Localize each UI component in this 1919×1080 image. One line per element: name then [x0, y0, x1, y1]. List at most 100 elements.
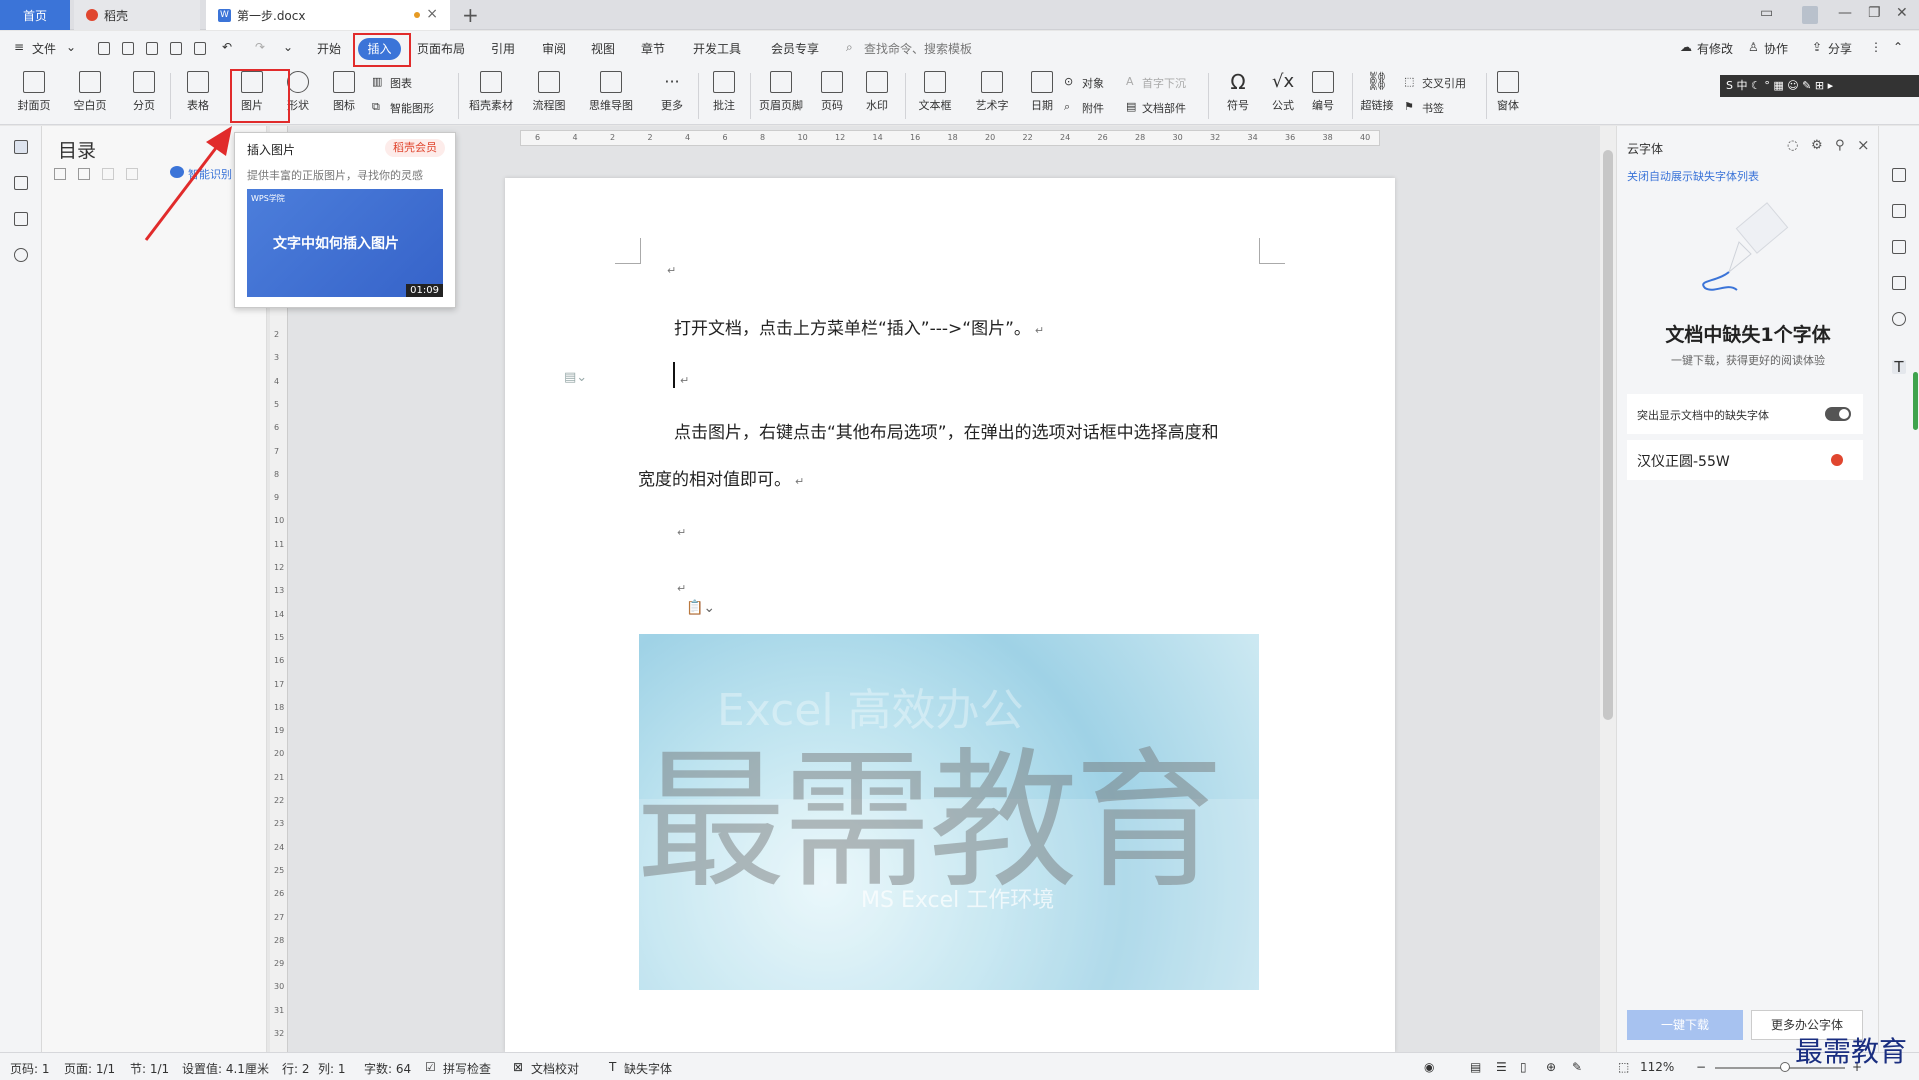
proofread-button[interactable]: 文档校对 [531, 1060, 579, 1077]
bookmark-nav-icon[interactable] [14, 212, 28, 226]
dropcap-button[interactable]: 首字下沉 [1142, 75, 1186, 91]
revision-button[interactable]: 有修改 [1697, 40, 1733, 57]
close-panel-icon[interactable]: × [1857, 136, 1870, 154]
customize-icon[interactable]: ⌄ [283, 40, 293, 54]
add-heading-icon[interactable] [102, 168, 114, 180]
smart-art-button[interactable]: 智能图形 [390, 100, 434, 116]
paste-options-icon[interactable]: 📋⌄ [686, 600, 715, 616]
menu-page-layout[interactable]: 页面布局 [417, 40, 465, 57]
tutorial-video-thumbnail[interactable]: WPS学院 文字中如何插入图片 01:09 [247, 189, 443, 297]
doc-assistant-icon[interactable]: ▤⌄ [564, 370, 587, 385]
more-icon[interactable]: ⋮ [1870, 40, 1882, 54]
tab-home[interactable]: 首页 [0, 0, 70, 30]
select-icon[interactable] [1892, 240, 1906, 254]
layout-icon[interactable]: ▭ [1760, 5, 1773, 21]
cloud-font-icon[interactable]: T [1892, 360, 1906, 375]
cross-ref-button[interactable]: 交叉引用 [1422, 75, 1466, 91]
print-icon[interactable] [170, 42, 182, 55]
blank-page-button[interactable]: 空白页 [68, 69, 112, 113]
bookmark-button[interactable]: 书签 [1422, 100, 1444, 116]
zoom-out-button[interactable]: − [1696, 1060, 1706, 1074]
cloud-font-header[interactable]: 云字体 [1627, 140, 1663, 157]
share-button[interactable]: 分享 [1828, 40, 1852, 57]
page-break-button[interactable]: 分页 [122, 69, 166, 113]
more-insert-button[interactable]: ··· 更多 [650, 69, 694, 113]
watermark-button[interactable]: 水印 [855, 69, 899, 113]
paragraph-2-cont[interactable]: 宽度的相对值即可。 ↵ [638, 465, 804, 490]
table-button[interactable]: 表格 [176, 69, 220, 113]
write-mode-icon[interactable]: ✎ [1572, 1060, 1582, 1074]
flowchart-button[interactable]: 流程图 [527, 69, 571, 113]
close-auto-list-link[interactable]: 关闭自动展示缺失字体列表 [1627, 168, 1759, 184]
pen-icon[interactable] [1892, 204, 1906, 218]
attachment-button[interactable]: 附件 [1082, 100, 1104, 116]
remove-heading-icon[interactable] [126, 168, 138, 180]
redo-icon[interactable]: ↷ [255, 40, 265, 54]
chart-button[interactable]: 图表 [390, 75, 412, 91]
cover-page-button[interactable]: 封面页 [12, 69, 56, 113]
doc-parts-button[interactable]: 文档部件 [1142, 100, 1186, 116]
export-icon[interactable] [146, 42, 158, 55]
object-button[interactable]: 对象 [1082, 75, 1104, 91]
collapse-ribbon-icon[interactable]: ⌃ [1893, 40, 1903, 54]
web-view-icon[interactable]: ⊕ [1546, 1060, 1556, 1074]
page-number-button[interactable]: 页码 [810, 69, 854, 113]
expand-all-icon[interactable] [54, 168, 66, 180]
status-word-count[interactable]: 字数: 64 [364, 1060, 411, 1077]
vip-badge[interactable]: 稻壳会员 [385, 139, 445, 157]
menu-file[interactable]: 文件 [32, 40, 56, 57]
restore-icon[interactable]: ❐ [1868, 5, 1881, 21]
symbol-button[interactable]: Ω 符号 [1216, 69, 1260, 113]
help-icon[interactable] [1892, 312, 1906, 326]
menu-review[interactable]: 审阅 [542, 40, 566, 57]
save-icon[interactable] [122, 42, 134, 55]
reading-view-icon[interactable]: ▯ [1520, 1060, 1527, 1074]
ime-toolbar[interactable]: S 中 ☾ ° ▦ ☺ ✎ ⊞ ▸ [1720, 75, 1919, 97]
header-footer-button[interactable]: 页眉页脚 [759, 69, 803, 113]
new-doc-icon[interactable] [98, 42, 110, 55]
numbering-button[interactable]: 编号 [1301, 69, 1345, 113]
menu-member[interactable]: 会员专享 [771, 40, 819, 57]
gear-icon[interactable]: ⚙ [1811, 138, 1823, 153]
date-button[interactable]: 日期 [1020, 69, 1064, 113]
hyperlink-button[interactable]: ⛓ 超链接 [1355, 69, 1399, 113]
missing-font-item[interactable]: 汉仪正圆-55W [1627, 440, 1863, 480]
page-view-icon[interactable]: ▤ [1470, 1060, 1481, 1074]
spell-check-button[interactable]: 拼写检查 [443, 1060, 491, 1077]
chat-icon[interactable]: ◌ [1787, 138, 1798, 153]
chapter-nav-icon[interactable] [14, 176, 28, 190]
search-nav-icon[interactable] [14, 248, 28, 262]
menu-view[interactable]: 视图 [591, 40, 615, 57]
status-page-num[interactable]: 页码: 1 [10, 1060, 50, 1077]
smart-recognize-button[interactable]: 智能识别 [188, 166, 232, 182]
mindmap-button[interactable]: 思维导图 [589, 69, 633, 113]
command-search-input[interactable]: 查找命令、搜索模板 [864, 40, 972, 57]
form-button[interactable]: 窗体 [1486, 69, 1530, 113]
formula-button[interactable]: √x 公式 [1261, 69, 1305, 113]
paragraph-1[interactable]: 打开文档，点击上方菜单栏“插入”--->“图片”。 ↵ [674, 314, 1044, 339]
new-tab-button[interactable]: + [462, 3, 479, 27]
pin-icon[interactable]: ⚲ [1835, 138, 1845, 153]
highlight-missing-toggle[interactable] [1825, 407, 1851, 421]
download-all-button[interactable]: 一键下载 [1627, 1010, 1743, 1040]
icon-library-button[interactable]: 图标 [322, 69, 366, 113]
tab-daoke[interactable]: 稻壳 [74, 0, 200, 30]
menu-developer[interactable]: 开发工具 [693, 40, 741, 57]
outline-view-icon[interactable]: ☰ [1496, 1060, 1507, 1074]
textbox-button[interactable]: 文本框 [913, 69, 957, 113]
close-window-icon[interactable]: ✕ [1896, 5, 1908, 21]
style-icon[interactable] [1892, 168, 1906, 182]
zoom-slider-knob[interactable] [1780, 1062, 1790, 1072]
menu-reference[interactable]: 引用 [491, 40, 515, 57]
zoom-level[interactable]: 112% [1640, 1060, 1674, 1074]
collab-button[interactable]: 协作 [1764, 40, 1788, 57]
hamburger-icon[interactable]: ≡ [14, 40, 24, 54]
minimize-icon[interactable]: — [1838, 5, 1852, 21]
tab-document[interactable]: W 第一步.docx × [206, 0, 450, 30]
sliders-icon[interactable] [1892, 276, 1906, 290]
menu-start[interactable]: 开始 [317, 40, 341, 57]
undo-icon[interactable]: ↶ [222, 40, 232, 54]
wordart-button[interactable]: 艺术字 [970, 69, 1014, 113]
comment-button[interactable]: 批注 [702, 69, 746, 113]
paragraph-2[interactable]: 点击图片，右键点击“其他布局选项”，在弹出的选项对话框中选择高度和 [674, 418, 1219, 443]
